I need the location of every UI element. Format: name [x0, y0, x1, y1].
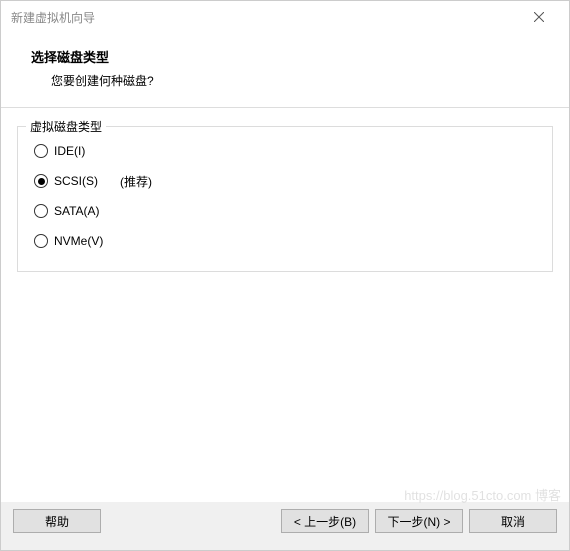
recommended-note: (推荐) — [120, 173, 152, 190]
close-icon[interactable] — [519, 3, 559, 31]
wizard-header: 选择磁盘类型 您要创建何种磁盘? — [1, 33, 569, 107]
radio-option-ide[interactable]: IDE(I) — [28, 135, 542, 165]
radio-label: SCSI(S) — [54, 174, 98, 188]
back-button[interactable]: < 上一步(B) — [281, 509, 369, 533]
disk-type-group: 虚拟磁盘类型 IDE(I) SCSI(S) (推荐) SATA(A) NVMe(… — [17, 126, 553, 272]
radio-option-scsi[interactable]: SCSI(S) (推荐) — [28, 165, 542, 195]
radio-label: NVMe(V) — [54, 234, 103, 248]
radio-option-nvme[interactable]: NVMe(V) — [28, 225, 542, 255]
radio-label: IDE(I) — [54, 144, 85, 158]
radio-icon — [34, 174, 48, 188]
radio-label: SATA(A) — [54, 204, 100, 218]
content-area: 虚拟磁盘类型 IDE(I) SCSI(S) (推荐) SATA(A) NVMe(… — [1, 108, 569, 502]
cancel-button[interactable]: 取消 — [469, 509, 557, 533]
next-button[interactable]: 下一步(N) > — [375, 509, 463, 533]
titlebar: 新建虚拟机向导 — [1, 1, 569, 33]
help-button[interactable]: 帮助 — [13, 509, 101, 533]
page-subtitle: 您要创建何种磁盘? — [31, 66, 539, 89]
radio-icon — [34, 144, 48, 158]
radio-icon — [34, 204, 48, 218]
wizard-window: 新建虚拟机向导 选择磁盘类型 您要创建何种磁盘? 虚拟磁盘类型 IDE(I) S… — [0, 0, 570, 551]
group-label: 虚拟磁盘类型 — [26, 118, 106, 135]
footer-bar: 帮助 < 上一步(B) 下一步(N) > 取消 — [1, 502, 569, 550]
radio-option-sata[interactable]: SATA(A) — [28, 195, 542, 225]
window-title: 新建虚拟机向导 — [11, 9, 519, 26]
radio-icon — [34, 234, 48, 248]
page-title: 选择磁盘类型 — [31, 47, 539, 66]
